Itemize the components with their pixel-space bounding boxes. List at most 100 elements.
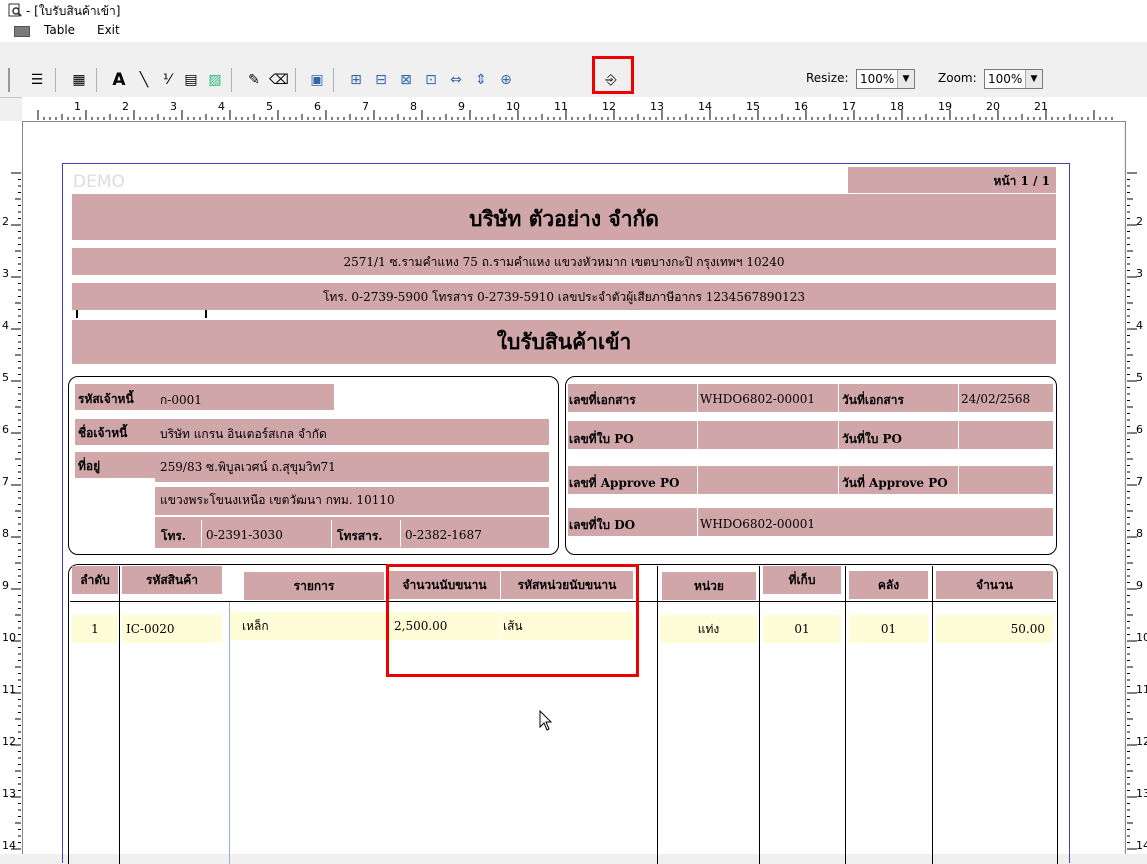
hspace-icon[interactable]: ⇔	[445, 69, 467, 91]
ruler-number: 3	[170, 100, 177, 113]
ruler-number: 14	[2, 839, 16, 852]
resize-value: 100%	[860, 72, 895, 86]
ruler-number: 4	[2, 319, 9, 332]
col-header-code: รหัสสินค้า	[122, 566, 222, 594]
zoom-select[interactable]: 100% ▼	[984, 69, 1043, 89]
field-icon[interactable]: ▤	[180, 69, 202, 91]
ruler-number: 7	[2, 475, 9, 488]
ruler-number: 7	[362, 100, 369, 113]
title-bar: - [ใบรับสินค้าเข้า]	[0, 0, 1147, 20]
line-icon[interactable]: ╲	[133, 69, 155, 91]
col-header-location: ที่เก็บ	[763, 566, 841, 594]
ruler-number: 9	[2, 579, 9, 592]
company-address-cell: 2571/1 ซ.รามคำแหง 75 ถ.รามคำแหง แขวงหัวห…	[72, 248, 1056, 275]
po-date-label: วันที่ใบ PO	[842, 432, 902, 446]
align-left-icon[interactable]: ⊟	[370, 69, 392, 91]
ruler-number: 6	[314, 100, 321, 113]
company-name-cell: บริษัท ตัวอย่าง จำกัด	[72, 194, 1056, 240]
ruler-number: 2	[2, 215, 9, 228]
ruler-number: 2	[1136, 215, 1143, 228]
ruler-number: 3	[1136, 267, 1143, 280]
ruler-number: 11	[2, 683, 16, 696]
col-header-no: ลำดับ	[72, 566, 118, 594]
supplier-fax: 0-2382-1687	[405, 528, 482, 542]
col-header-qty: จำนวน	[936, 571, 1053, 599]
ruler-number: 12	[602, 100, 616, 113]
ruler-number: 3	[2, 267, 9, 280]
approve-po-label: เลขที่ Approve PO	[569, 476, 680, 490]
supplier-code-label: รหัสเจ้าหนี้	[78, 392, 134, 406]
chart-icon[interactable]: ▣	[306, 69, 328, 91]
company-contact: โทร. 0-2739-5900 โทรสาร 0-2739-5910 เลขป…	[322, 290, 806, 304]
menu-item-exit[interactable]: Exit	[97, 23, 120, 37]
app-menu-icon[interactable]	[14, 26, 30, 37]
group-icon[interactable]: ⊞	[345, 69, 367, 91]
doc-title-cell: ใบรับสินค้าเข้า	[72, 320, 1056, 364]
ruler-number: 8	[2, 527, 9, 540]
doc-date-label: วันที่เอกสาร	[842, 393, 904, 407]
ruler-number: 2	[122, 100, 129, 113]
ruler-number: 5	[1136, 371, 1143, 384]
ruler-number: 18	[890, 100, 904, 113]
ruler-number: 12	[2, 735, 16, 748]
image-icon[interactable]: ▨	[204, 69, 226, 91]
menu-bar: Table Exit	[0, 20, 1147, 42]
do-no-label: เลขที่ใบ DO	[569, 518, 636, 532]
cell-warehouse: 01	[849, 615, 928, 643]
ruler-number: 4	[218, 100, 225, 113]
vspace-icon[interactable]: ⇕	[470, 69, 492, 91]
chevron-down-icon: ▼	[1025, 70, 1042, 88]
cell-location: 01	[763, 615, 841, 643]
ruler-number: 9	[458, 100, 465, 113]
supplier-tel: 0-2391-3030	[206, 528, 283, 542]
col-header-desc: รายการ	[244, 572, 384, 600]
align-right-icon[interactable]: ⊠	[395, 69, 417, 91]
ruler-number: 9	[1136, 579, 1143, 592]
po-no-label: เลขที่ใบ PO	[569, 432, 634, 446]
supplier-address-line1: 259/83 ซ.พิบูลเวศน์ ถ.สุขุมวิท71	[160, 460, 336, 474]
ruler-number: 17	[842, 100, 856, 113]
percent-icon[interactable]: ⅟	[156, 69, 178, 91]
company-name: บริษัท ตัวอย่าง จำกัด	[469, 206, 659, 231]
cell-unit: แท่ง	[660, 615, 757, 643]
supplier-name: บริษัท แกรน อินเตอร์สเกล จำกัด	[160, 427, 327, 441]
eraser-icon[interactable]: ⌫	[268, 69, 290, 91]
ruler-number: 11	[1136, 683, 1147, 696]
align-top-icon[interactable]: ⊡	[420, 69, 442, 91]
table-icon[interactable]: ▦	[68, 69, 90, 91]
ruler-number: 11	[554, 100, 568, 113]
vertical-ruler-right: 2 3 4 5 6 7 8 9 10 11 12 13 14	[1125, 121, 1147, 854]
highlight-parallel-unit-columns	[386, 564, 639, 677]
supplier-fax-label: โทรสาร.	[337, 529, 383, 543]
watermark: DEMO	[73, 172, 125, 192]
ruler-number: 6	[2, 423, 9, 436]
toolbar: ☰ ▦ A ╲ ⅟ ▤ ▨ ✎ ⌫ ▣ ⊞ ⊟ ⊠ ⊡ ⇔ ⇕ ⊕ ⎆ Resi…	[0, 63, 1147, 98]
ruler-number: 14	[1136, 839, 1147, 852]
company-address: 2571/1 ซ.รามคำแหง 75 ถ.รามคำแหง แขวงหัวห…	[343, 255, 785, 269]
resize-select[interactable]: 100% ▼	[856, 69, 915, 89]
menu-item-table[interactable]: Table	[44, 23, 75, 37]
vertical-ruler: 2 3 4 5 6 7 8 9 10 11 12 13 14	[0, 121, 23, 854]
ruler-number: 12	[1136, 735, 1147, 748]
ruler-number: 15	[746, 100, 760, 113]
horizontal-ruler: 1 2 3 4 5 6 7 8 9 10 11 12 13 14 15 16 17 18 19 20 21	[22, 97, 1147, 122]
ruler-number: 6	[1136, 423, 1143, 436]
cell-no: 1	[72, 615, 118, 643]
label-icon[interactable]: ✎	[243, 69, 265, 91]
company-contact-cell: โทร. 0-2739-5900 โทรสาร 0-2739-5910 เลขป…	[72, 283, 1056, 310]
supplier-tel-label: โทร.	[161, 529, 186, 543]
ruler-number: 20	[986, 100, 1000, 113]
zoom-label: Zoom:	[938, 71, 977, 85]
zoom-value: 100%	[988, 72, 1023, 86]
ruler-number: 19	[938, 100, 952, 113]
ruler-number: 1	[74, 100, 81, 113]
resize-label: Resize:	[806, 71, 849, 85]
fit-icon[interactable]: ⊕	[495, 69, 517, 91]
ruler-number: 10	[506, 100, 520, 113]
doc-no-label: เลขที่เอกสาร	[569, 393, 636, 407]
doc-no: WHDO6802-00001	[700, 392, 816, 406]
align-icon[interactable]: ☰	[26, 69, 48, 91]
text-icon[interactable]: A	[108, 69, 130, 91]
ruler-number: 8	[410, 100, 417, 113]
print-preview-icon	[8, 3, 22, 17]
